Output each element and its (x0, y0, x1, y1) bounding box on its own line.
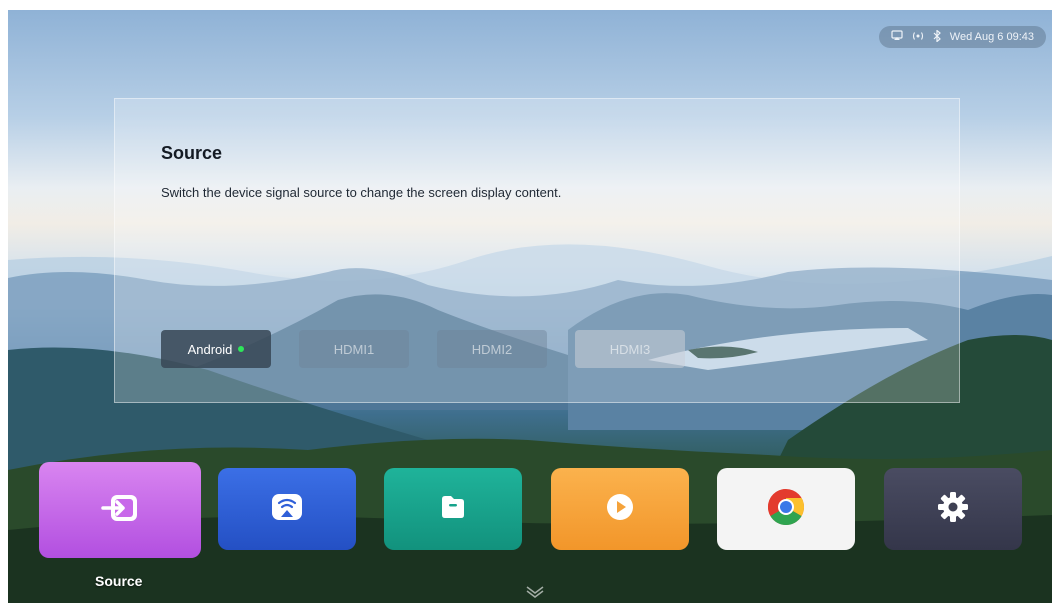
panel-title: Source (161, 143, 223, 163)
chevron-down-icon[interactable] (524, 584, 546, 603)
wireless-icon (911, 31, 925, 44)
source-hdmi1-label: HDMI1 (333, 341, 375, 357)
dock-screencast-app[interactable] (218, 468, 356, 550)
source-hdmi3-label: HDMI3 (609, 341, 651, 357)
input-source-icon (101, 493, 139, 528)
datetime: Wed Aug 6 09:43 (949, 31, 1034, 43)
gear-icon (936, 490, 970, 529)
screencast-icon (270, 492, 304, 527)
selected-app-label: Source (95, 573, 143, 589)
dock-source-app[interactable] (39, 462, 201, 558)
source-hdmi1-button[interactable]: HDMI1 (299, 330, 409, 368)
dock-chrome-app[interactable] (717, 468, 855, 550)
status-bar: Wed Aug 6 09:43 (878, 26, 1046, 48)
folder-icon (439, 493, 467, 526)
source-panel: Source Switch the device signal source t… (114, 98, 960, 403)
screencast-icon (891, 30, 903, 44)
dock-media-app[interactable] (551, 468, 689, 550)
chrome-icon (766, 487, 806, 532)
source-android-button[interactable]: Android (161, 330, 271, 368)
play-icon (605, 492, 635, 527)
active-indicator-dot (238, 346, 245, 352)
source-hdmi3-button[interactable]: HDMI3 (575, 330, 685, 368)
panel-description: Switch the device signal source to chang… (161, 185, 562, 200)
launcher-screen: Wed Aug 6 09:43 Source Switch the device… (8, 10, 1052, 603)
dock-settings-app[interactable] (884, 468, 1022, 550)
source-hdmi2-label: HDMI2 (471, 341, 513, 357)
dock-files-app[interactable] (384, 468, 522, 550)
bluetooth-icon (933, 28, 942, 45)
source-hdmi2-button[interactable]: HDMI2 (437, 330, 547, 368)
source-android-label: Android (187, 341, 233, 357)
